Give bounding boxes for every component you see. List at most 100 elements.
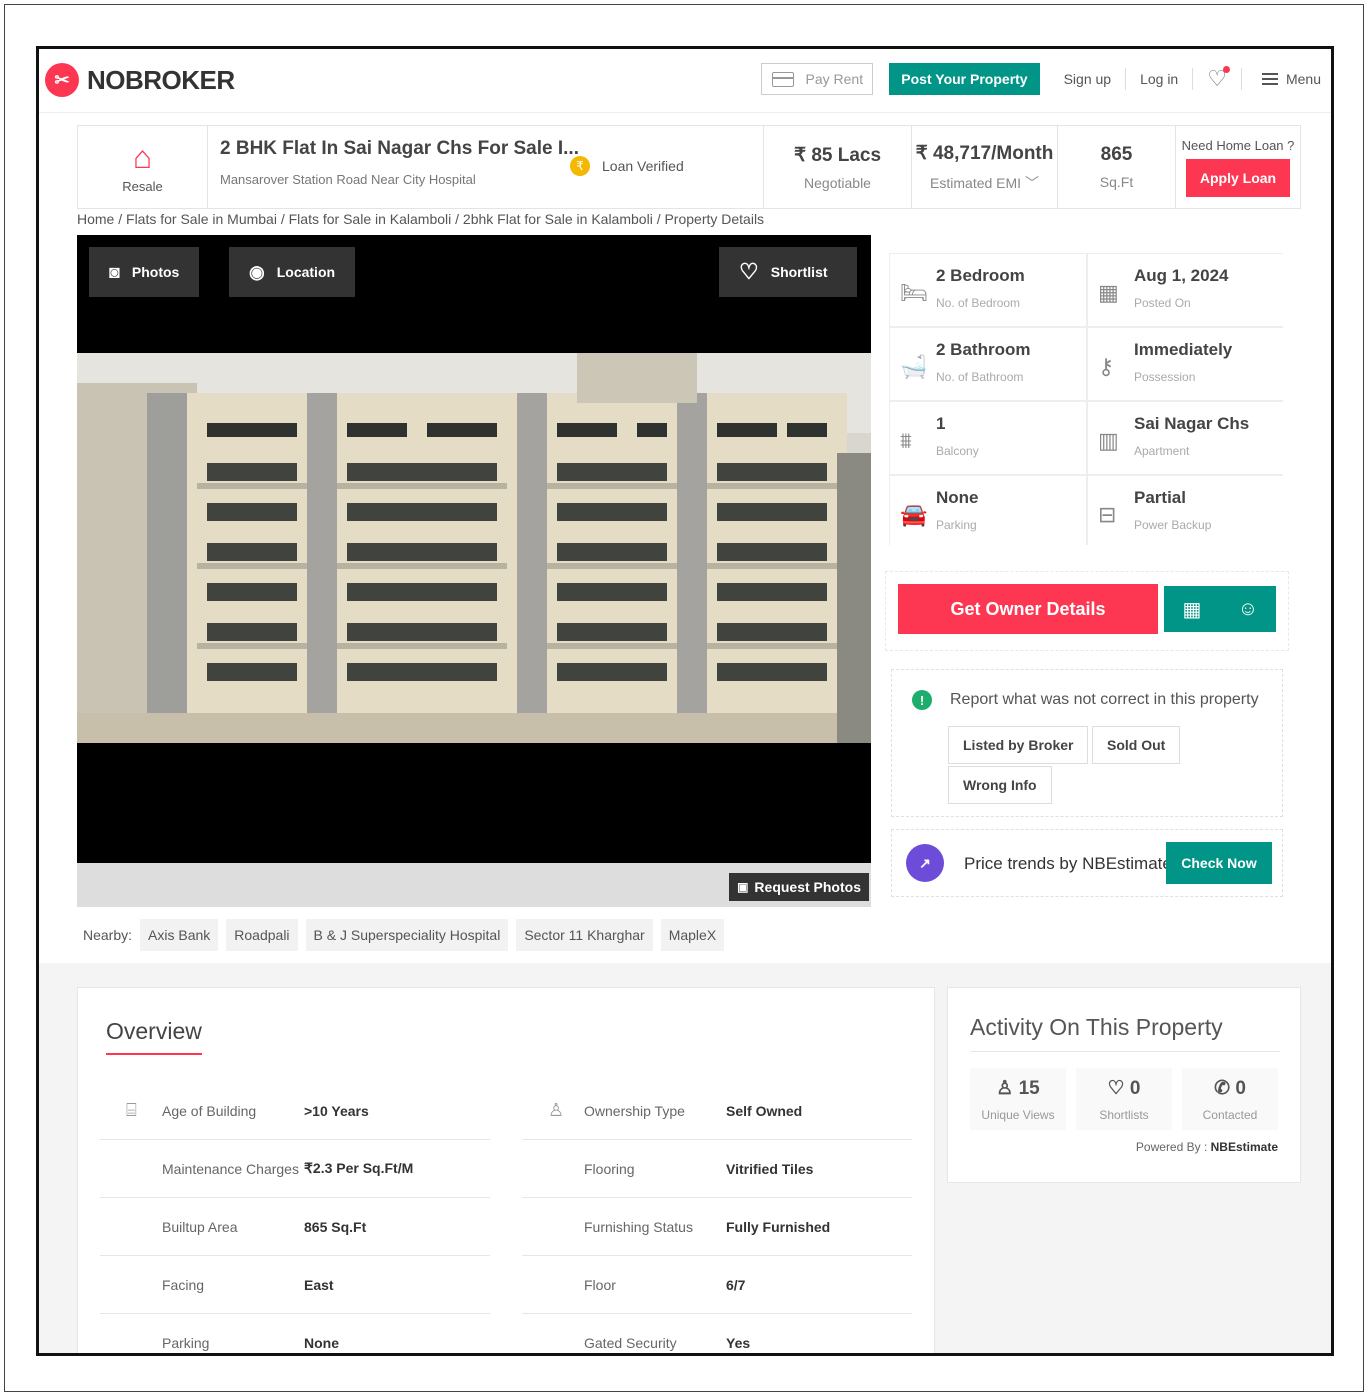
unique-views-label: Unique Views bbox=[981, 1107, 1055, 1122]
emi-value: ₹ 48,717/Month bbox=[915, 142, 1054, 164]
chat-button[interactable]: ☺ bbox=[1220, 586, 1276, 632]
header-nav: Pay Rent Post Your Property Sign up Log … bbox=[761, 63, 1321, 95]
resale-label: Resale bbox=[122, 178, 163, 194]
loan-verified-badge: ₹ Loan Verified bbox=[570, 156, 684, 176]
overview-card: Overview ⌸ Age of Building >10 Years Mai… bbox=[77, 987, 935, 1353]
property-photo[interactable] bbox=[77, 353, 871, 743]
report-title: ! Report what was not correct in this pr… bbox=[912, 690, 1259, 710]
photos-label: Photos bbox=[131, 264, 180, 280]
area-value: 865 bbox=[1100, 144, 1133, 165]
battery-icon: ⊟ bbox=[1098, 502, 1117, 527]
shortlist-button[interactable]: ♡ Shortlist bbox=[719, 247, 857, 297]
location-button[interactable]: ◉ Location bbox=[229, 247, 356, 297]
bathtub-icon: 🛁 bbox=[900, 354, 928, 379]
rupee-coin-icon: ₹ bbox=[570, 156, 590, 176]
photo-gallery[interactable]: ◙ Photos ◉ Location ♡ Shortlist ▣ Reques… bbox=[77, 235, 871, 907]
get-owner-details-button[interactable]: Get Owner Details bbox=[898, 584, 1158, 634]
apartment-detail: ▥ Sai Nagar Chs Apartment bbox=[1088, 402, 1284, 474]
emi-block[interactable]: ₹ 48,717/Month Estimated EMI ﹀ bbox=[912, 126, 1058, 208]
overview-row: Flooring Vitrified Tiles bbox=[522, 1140, 912, 1198]
heart-icon: ♡ bbox=[739, 259, 759, 284]
nearby-chip[interactable]: B & J Superspeciality Hospital bbox=[305, 919, 509, 951]
overview-row: Floor 6/7 bbox=[522, 1256, 912, 1314]
car-icon: 🚘 bbox=[900, 502, 928, 527]
property-summary-bar: ⌂ Resale 2 BHK Flat In Sai Nagar Chs For… bbox=[77, 125, 1301, 209]
nearby-chip[interactable]: Roadpali bbox=[226, 919, 298, 951]
overview-row: Parking None bbox=[100, 1314, 490, 1353]
lower-section: Overview ⌸ Age of Building >10 Years Mai… bbox=[39, 963, 1331, 1353]
nearby-chip[interactable]: Sector 11 Kharghar bbox=[516, 919, 653, 951]
chat-bubble-icon: ☺ bbox=[1237, 597, 1259, 620]
shortlist-heart-icon[interactable]: ♡ bbox=[1207, 66, 1230, 92]
bathroom-detail: 🛁 2 Bathroom No. of Bathroom bbox=[890, 328, 1086, 400]
shortlist-label: Shortlist bbox=[770, 264, 828, 280]
property-title-block: 2 BHK Flat In Sai Nagar Chs For Sale I..… bbox=[208, 126, 764, 208]
overview-row: Builtup Area 865 Sq.Ft bbox=[100, 1198, 490, 1256]
top-header: ✂ NOBROKER Pay Rent Post Your Property S… bbox=[39, 49, 1331, 113]
unique-views-value: ♙ 15 bbox=[996, 1077, 1040, 1099]
breadcrumb[interactable]: Home / Flats for Sale in Mumbai / Flats … bbox=[77, 211, 764, 227]
calendar-icon: ▦ bbox=[1098, 280, 1119, 305]
divider bbox=[1192, 68, 1194, 90]
gallery-footer: ▣ Request Photos bbox=[77, 863, 871, 907]
divider bbox=[1125, 68, 1127, 90]
owner-actions: Get Owner Details ▦ ☺ bbox=[885, 571, 1289, 651]
sold-out-button[interactable]: Sold Out bbox=[1092, 726, 1181, 764]
nearby-label: Nearby: bbox=[83, 927, 133, 943]
ownership-icon: ♙ bbox=[548, 1100, 565, 1120]
contacted-label: Contacted bbox=[1202, 1107, 1258, 1122]
overview-row: Facing East bbox=[100, 1256, 490, 1314]
location-label: Location bbox=[276, 264, 336, 280]
menu-label: Menu bbox=[1285, 71, 1321, 87]
divider bbox=[1240, 68, 1242, 90]
price-value: ₹ 85 Lacs bbox=[793, 144, 882, 166]
nearby-chip[interactable]: MapleX bbox=[660, 919, 725, 951]
key-icon: ⚷ bbox=[1098, 354, 1115, 379]
photos-button[interactable]: ◙ Photos bbox=[89, 247, 200, 297]
powered-by: Powered By : NBEstimate bbox=[1135, 1140, 1278, 1154]
menu-button[interactable]: Menu bbox=[1261, 71, 1321, 87]
overview-row: ♙ Ownership Type Self Owned bbox=[522, 1082, 912, 1140]
request-photos-label: Request Photos bbox=[754, 879, 861, 895]
overview-row: Furnishing Status Fully Furnished bbox=[522, 1198, 912, 1256]
building-age-icon: ⌸ bbox=[126, 1100, 137, 1120]
area-unit: Sq.Ft bbox=[1099, 174, 1134, 190]
listed-by-broker-button[interactable]: Listed by Broker bbox=[948, 726, 1089, 764]
home-loan-question: Need Home Loan ? bbox=[1181, 137, 1295, 153]
area-block: 865 Sq.Ft bbox=[1058, 126, 1176, 208]
post-property-button[interactable]: Post Your Property bbox=[889, 63, 1040, 95]
balcony-icon: ⩩ bbox=[900, 428, 912, 453]
request-photos-button[interactable]: ▣ Request Photos bbox=[729, 873, 869, 901]
building-photo bbox=[77, 353, 871, 743]
browser-frame: ✂ NOBROKER Pay Rent Post Your Property S… bbox=[36, 46, 1334, 1356]
logo[interactable]: ✂ NOBROKER bbox=[45, 63, 235, 97]
wrong-info-button[interactable]: Wrong Info bbox=[948, 766, 1052, 804]
price-trends-text: Price trends by NBEstimate bbox=[964, 854, 1172, 873]
log-in-link[interactable]: Log in bbox=[1140, 71, 1178, 87]
sign-up-link[interactable]: Sign up bbox=[1064, 71, 1111, 87]
chevron-down-icon: ﹀ bbox=[1024, 174, 1039, 191]
image-icon: ▣ bbox=[737, 880, 749, 894]
activity-card: Activity On This Property ♙ 15 Unique Vi… bbox=[947, 987, 1301, 1183]
nearby-chip[interactable]: Axis Bank bbox=[140, 919, 219, 951]
shortlists-value: ♡ 0 bbox=[1107, 1077, 1141, 1099]
check-now-button[interactable]: Check Now bbox=[1166, 842, 1272, 884]
overview-row: ⌸ Age of Building >10 Years bbox=[100, 1082, 490, 1140]
shortlists-label: Shortlists bbox=[1099, 1107, 1149, 1122]
camera-icon: ◙ bbox=[109, 261, 120, 282]
loan-verified-label: Loan Verified bbox=[602, 158, 684, 174]
user-icon: ♙ bbox=[996, 1077, 1014, 1099]
calendar-icon: ▦ bbox=[1182, 598, 1202, 621]
schedule-visit-button[interactable]: ▦ bbox=[1164, 586, 1220, 632]
contacted-stat: ✆ 0 Contacted bbox=[1182, 1068, 1278, 1130]
pay-rent-button[interactable]: Pay Rent bbox=[761, 63, 874, 95]
home-loan-block: Need Home Loan ? Apply Loan bbox=[1176, 126, 1300, 208]
notification-dot bbox=[1222, 66, 1230, 73]
bedroom-detail: 🛏 2 Bedroom No. of Bedroom bbox=[890, 254, 1086, 326]
credit-card-icon bbox=[771, 71, 794, 87]
resale-badge: ⌂ Resale bbox=[78, 126, 208, 208]
nobroker-logo-icon: ✂ bbox=[45, 63, 79, 97]
overview-row: Maintenance Charges ₹2.3 Per Sq.Ft/M bbox=[100, 1140, 490, 1198]
apply-loan-button[interactable]: Apply Loan bbox=[1186, 158, 1290, 197]
report-title-text: Report what was not correct in this prop… bbox=[950, 691, 1259, 708]
